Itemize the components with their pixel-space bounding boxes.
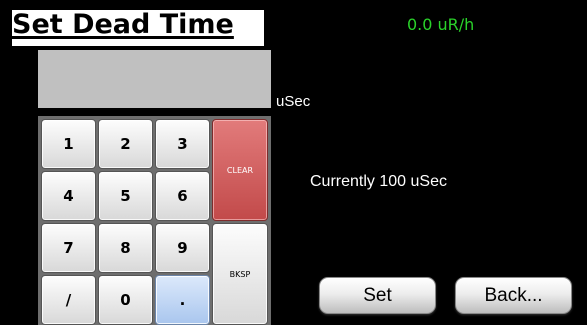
key-2[interactable]: 2 (98, 119, 153, 169)
current-dead-time-status: Currently 100 uSec (310, 173, 447, 190)
key-decimal-point[interactable]: . (155, 275, 210, 325)
key-slash[interactable]: / (41, 275, 96, 325)
unit-label: uSec (276, 93, 311, 110)
key-0[interactable]: 0 (98, 275, 153, 325)
key-1[interactable]: 1 (41, 119, 96, 169)
key-4[interactable]: 4 (41, 171, 96, 221)
key-9[interactable]: 9 (155, 223, 210, 273)
key-7[interactable]: 7 (41, 223, 96, 273)
numeric-keypad: 1 2 3 CLEAR 4 5 6 7 8 9 BKSP / 0 . (38, 116, 271, 325)
back-button[interactable]: Back... (455, 277, 572, 314)
key-5[interactable]: 5 (98, 171, 153, 221)
backspace-key[interactable]: BKSP (212, 223, 268, 325)
title-bar: Set Dead Time (12, 9, 264, 46)
set-button[interactable]: Set (319, 277, 436, 314)
key-6[interactable]: 6 (155, 171, 210, 221)
rate-readout: 0.0 uR/h (407, 15, 475, 34)
page-title: Set Dead Time (12, 9, 234, 40)
set-dead-time-screen: Set Dead Time 0.0 uR/h uSec 1 2 3 CLEAR … (0, 0, 587, 325)
dead-time-entry-field[interactable] (38, 50, 271, 108)
key-8[interactable]: 8 (98, 223, 153, 273)
key-3[interactable]: 3 (155, 119, 210, 169)
clear-key[interactable]: CLEAR (212, 119, 268, 221)
